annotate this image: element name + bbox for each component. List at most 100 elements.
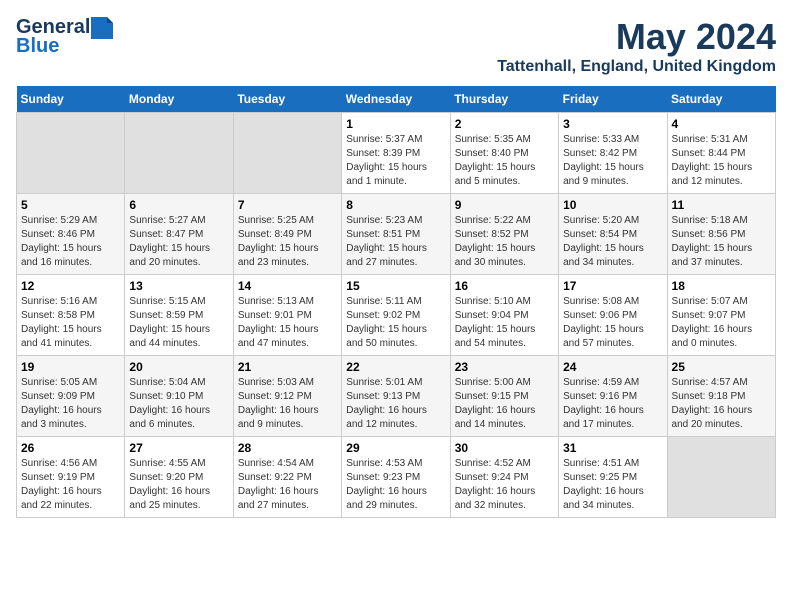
day-number: 14 bbox=[238, 279, 337, 293]
header: General Blue May 2024 Tattenhall, Englan… bbox=[16, 16, 776, 76]
day-header-sunday: Sunday bbox=[17, 86, 125, 113]
day-number: 17 bbox=[563, 279, 662, 293]
day-info: Sunrise: 5:11 AM Sunset: 9:02 PM Dayligh… bbox=[346, 295, 445, 351]
calendar-cell: 12 Sunrise: 5:16 AM Sunset: 8:58 PM Dayli… bbox=[17, 275, 125, 356]
day-number: 2 bbox=[455, 117, 554, 131]
calendar-cell bbox=[17, 113, 125, 194]
calendar-cell: 9Sunrise: 5:22 AM Sunset: 8:52 PM Daylig… bbox=[450, 194, 558, 275]
day-number: 5 bbox=[21, 198, 120, 212]
day-number: 7 bbox=[238, 198, 337, 212]
day-number: 4 bbox=[672, 117, 771, 131]
calendar-cell: 25 Sunrise: 4:57 AM Sunset: 9:18 PM Dayli… bbox=[667, 356, 775, 437]
calendar-cell: 24 Sunrise: 4:59 AM Sunset: 9:16 PM Dayli… bbox=[559, 356, 667, 437]
day-number: 25 bbox=[672, 360, 771, 374]
calendar-week-row: 5Sunrise: 5:29 AM Sunset: 8:46 PM Daylig… bbox=[17, 194, 776, 275]
day-info: Sunrise: 5:13 AM Sunset: 9:01 PM Dayligh… bbox=[238, 295, 337, 351]
day-info: Sunrise: 5:04 AM Sunset: 9:10 PM Dayligh… bbox=[129, 376, 228, 432]
calendar-cell: 16 Sunrise: 5:10 AM Sunset: 9:04 PM Dayli… bbox=[450, 275, 558, 356]
calendar-cell: 22 Sunrise: 5:01 AM Sunset: 9:13 PM Dayli… bbox=[342, 356, 450, 437]
calendar-cell bbox=[233, 113, 341, 194]
day-info: Sunrise: 4:53 AM Sunset: 9:23 PM Dayligh… bbox=[346, 457, 445, 513]
day-info: Sunrise: 5:00 AM Sunset: 9:15 PM Dayligh… bbox=[455, 376, 554, 432]
calendar-cell: 14 Sunrise: 5:13 AM Sunset: 9:01 PM Dayli… bbox=[233, 275, 341, 356]
day-number: 9 bbox=[455, 198, 554, 212]
calendar-cell: 21 Sunrise: 5:03 AM Sunset: 9:12 PM Dayli… bbox=[233, 356, 341, 437]
day-number: 26 bbox=[21, 441, 120, 455]
day-number: 20 bbox=[129, 360, 228, 374]
calendar: SundayMondayTuesdayWednesdayThursdayFrid… bbox=[16, 86, 776, 518]
calendar-week-row: 12 Sunrise: 5:16 AM Sunset: 8:58 PM Dayli… bbox=[17, 275, 776, 356]
day-info: Sunrise: 4:57 AM Sunset: 9:18 PM Dayligh… bbox=[672, 376, 771, 432]
day-info: Sunrise: 5:25 AM Sunset: 8:49 PM Dayligh… bbox=[238, 214, 337, 270]
calendar-cell: 2Sunrise: 5:35 AM Sunset: 8:40 PM Daylig… bbox=[450, 113, 558, 194]
calendar-cell: 15 Sunrise: 5:11 AM Sunset: 9:02 PM Dayli… bbox=[342, 275, 450, 356]
day-info: Sunrise: 5:27 AM Sunset: 8:47 PM Dayligh… bbox=[129, 214, 228, 270]
day-header-thursday: Thursday bbox=[450, 86, 558, 113]
day-number: 24 bbox=[563, 360, 662, 374]
day-number: 31 bbox=[563, 441, 662, 455]
day-number: 21 bbox=[238, 360, 337, 374]
calendar-cell: 8 Sunrise: 5:23 AM Sunset: 8:51 PM Daylig… bbox=[342, 194, 450, 275]
day-info: Sunrise: 5:23 AM Sunset: 8:51 PM Dayligh… bbox=[346, 214, 445, 270]
day-number: 19 bbox=[21, 360, 120, 374]
calendar-cell: 31 Sunrise: 4:51 AM Sunset: 9:25 PM Dayli… bbox=[559, 437, 667, 518]
logo-icon bbox=[91, 17, 113, 39]
calendar-cell bbox=[667, 437, 775, 518]
day-info: Sunrise: 5:16 AM Sunset: 8:58 PM Dayligh… bbox=[21, 295, 120, 351]
calendar-cell: 1 Sunrise: 5:37 AM Sunset: 8:39 PM Daylig… bbox=[342, 113, 450, 194]
day-info: Sunrise: 5:31 AM Sunset: 8:44 PM Dayligh… bbox=[672, 133, 771, 189]
day-info: Sunrise: 5:37 AM Sunset: 8:39 PM Dayligh… bbox=[346, 133, 445, 189]
calendar-week-row: 19 Sunrise: 5:05 AM Sunset: 9:09 PM Dayli… bbox=[17, 356, 776, 437]
day-number: 12 bbox=[21, 279, 120, 293]
day-info: Sunrise: 4:56 AM Sunset: 9:19 PM Dayligh… bbox=[21, 457, 120, 513]
day-header-saturday: Saturday bbox=[667, 86, 775, 113]
day-number: 8 bbox=[346, 198, 445, 212]
calendar-cell: 19 Sunrise: 5:05 AM Sunset: 9:09 PM Dayli… bbox=[17, 356, 125, 437]
month-title: May 2024 bbox=[497, 16, 776, 58]
calendar-cell: 5Sunrise: 5:29 AM Sunset: 8:46 PM Daylig… bbox=[17, 194, 125, 275]
day-info: Sunrise: 5:08 AM Sunset: 9:06 PM Dayligh… bbox=[563, 295, 662, 351]
day-number: 15 bbox=[346, 279, 445, 293]
calendar-cell: 27 Sunrise: 4:55 AM Sunset: 9:20 PM Dayli… bbox=[125, 437, 233, 518]
day-info: Sunrise: 4:51 AM Sunset: 9:25 PM Dayligh… bbox=[563, 457, 662, 513]
day-info: Sunrise: 5:33 AM Sunset: 8:42 PM Dayligh… bbox=[563, 133, 662, 189]
day-info: Sunrise: 5:15 AM Sunset: 8:59 PM Dayligh… bbox=[129, 295, 228, 351]
day-info: Sunrise: 5:07 AM Sunset: 9:07 PM Dayligh… bbox=[672, 295, 771, 351]
logo: General Blue bbox=[16, 16, 113, 58]
day-header-monday: Monday bbox=[125, 86, 233, 113]
day-header-tuesday: Tuesday bbox=[233, 86, 341, 113]
day-info: Sunrise: 4:59 AM Sunset: 9:16 PM Dayligh… bbox=[563, 376, 662, 432]
day-number: 22 bbox=[346, 360, 445, 374]
day-header-wednesday: Wednesday bbox=[342, 86, 450, 113]
day-info: Sunrise: 5:10 AM Sunset: 9:04 PM Dayligh… bbox=[455, 295, 554, 351]
day-number: 3 bbox=[563, 117, 662, 131]
day-number: 16 bbox=[455, 279, 554, 293]
day-info: Sunrise: 5:18 AM Sunset: 8:56 PM Dayligh… bbox=[672, 214, 771, 270]
day-info: Sunrise: 5:03 AM Sunset: 9:12 PM Dayligh… bbox=[238, 376, 337, 432]
calendar-cell: 30Sunrise: 4:52 AM Sunset: 9:24 PM Dayli… bbox=[450, 437, 558, 518]
day-number: 1 bbox=[346, 117, 445, 131]
calendar-cell: 26 Sunrise: 4:56 AM Sunset: 9:19 PM Dayli… bbox=[17, 437, 125, 518]
calendar-cell: 7 Sunrise: 5:25 AM Sunset: 8:49 PM Daylig… bbox=[233, 194, 341, 275]
calendar-cell: 4 Sunrise: 5:31 AM Sunset: 8:44 PM Daylig… bbox=[667, 113, 775, 194]
calendar-week-row: 1 Sunrise: 5:37 AM Sunset: 8:39 PM Daylig… bbox=[17, 113, 776, 194]
location-title: Tattenhall, England, United Kingdom bbox=[497, 58, 776, 76]
calendar-cell bbox=[125, 113, 233, 194]
calendar-week-row: 26 Sunrise: 4:56 AM Sunset: 9:19 PM Dayli… bbox=[17, 437, 776, 518]
day-info: Sunrise: 5:20 AM Sunset: 8:54 PM Dayligh… bbox=[563, 214, 662, 270]
calendar-cell: 23Sunrise: 5:00 AM Sunset: 9:15 PM Dayli… bbox=[450, 356, 558, 437]
day-info: Sunrise: 5:01 AM Sunset: 9:13 PM Dayligh… bbox=[346, 376, 445, 432]
day-number: 27 bbox=[129, 441, 228, 455]
day-number: 11 bbox=[672, 198, 771, 212]
day-header-friday: Friday bbox=[559, 86, 667, 113]
day-info: Sunrise: 4:52 AM Sunset: 9:24 PM Dayligh… bbox=[455, 457, 554, 513]
day-info: Sunrise: 4:55 AM Sunset: 9:20 PM Dayligh… bbox=[129, 457, 228, 513]
day-info: Sunrise: 5:05 AM Sunset: 9:09 PM Dayligh… bbox=[21, 376, 120, 432]
calendar-cell: 28Sunrise: 4:54 AM Sunset: 9:22 PM Dayli… bbox=[233, 437, 341, 518]
calendar-cell: 20 Sunrise: 5:04 AM Sunset: 9:10 PM Dayli… bbox=[125, 356, 233, 437]
logo-blue: Blue bbox=[16, 35, 59, 58]
calendar-cell: 13 Sunrise: 5:15 AM Sunset: 8:59 PM Dayli… bbox=[125, 275, 233, 356]
calendar-header-row: SundayMondayTuesdayWednesdayThursdayFrid… bbox=[17, 86, 776, 113]
day-number: 13 bbox=[129, 279, 228, 293]
calendar-cell: 17 Sunrise: 5:08 AM Sunset: 9:06 PM Dayli… bbox=[559, 275, 667, 356]
